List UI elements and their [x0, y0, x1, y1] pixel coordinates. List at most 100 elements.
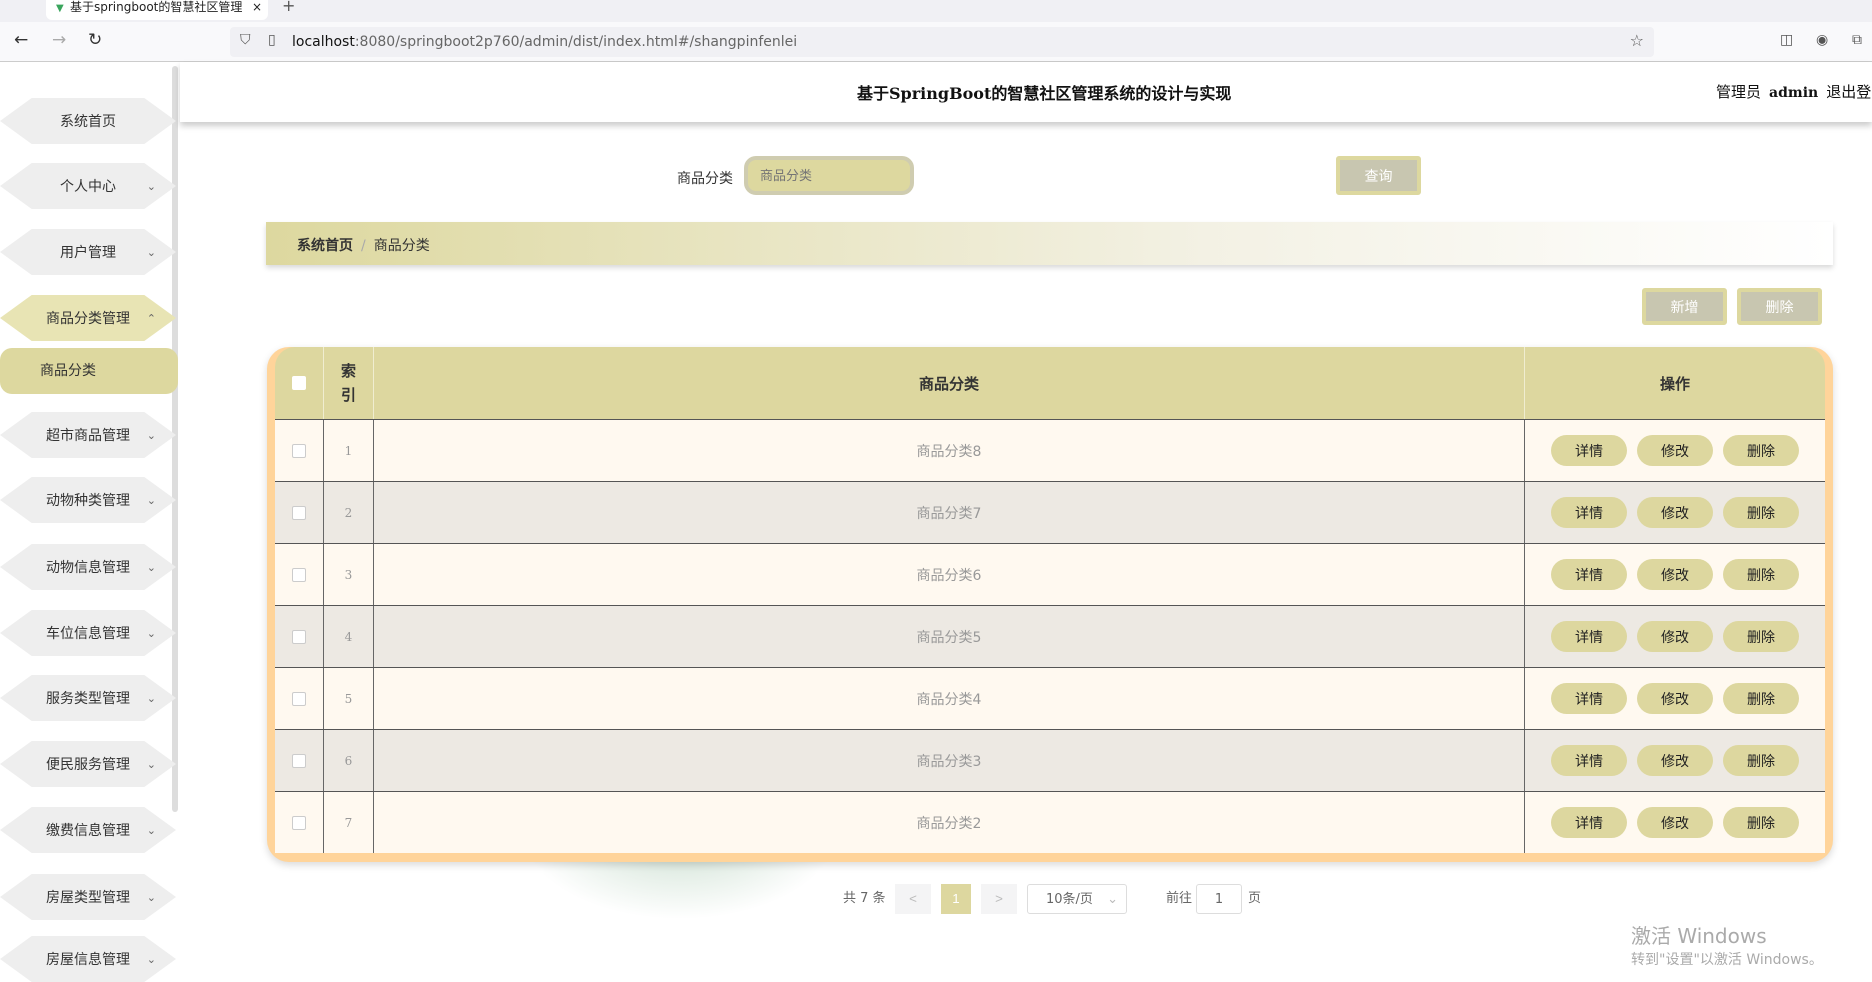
edit-button[interactable]: 修改: [1637, 745, 1713, 776]
row-category-name: 商品分类7: [374, 482, 1525, 543]
row-index: 7: [324, 792, 374, 853]
row-category-name: 商品分类8: [374, 420, 1525, 481]
sidebar-item[interactable]: 便民服务管理 ⌄: [0, 741, 176, 787]
header-category: 商品分类: [374, 347, 1525, 419]
row-category-name: 商品分类5: [374, 606, 1525, 667]
sidebar-item[interactable]: 房屋信息管理 ⌄: [0, 936, 176, 982]
add-button[interactable]: 新增: [1642, 288, 1727, 325]
sidebar-item[interactable]: 商品分类管理 ⌃: [0, 295, 176, 341]
detail-button[interactable]: 详情: [1551, 683, 1627, 714]
page-suffix: 页: [1248, 891, 1262, 906]
page-1-button[interactable]: 1: [941, 884, 971, 914]
edit-button[interactable]: 修改: [1637, 807, 1713, 838]
table-row: 3 商品分类6 详情 修改 删除: [275, 543, 1825, 605]
query-button[interactable]: 查询: [1336, 156, 1421, 195]
address-bar[interactable]: ⛉ ▯ localhost:8080/springboot2p760/admin…: [230, 27, 1654, 57]
row-checkbox[interactable]: [292, 443, 306, 458]
sidebar-item[interactable]: 缴费信息管理 ⌄: [0, 807, 176, 853]
url-path: :8080/springboot2p760/admin/dist/index.h…: [354, 34, 798, 50]
shield-icon[interactable]: ⛉: [240, 32, 251, 48]
row-checkbox[interactable]: [292, 691, 306, 706]
detail-button[interactable]: 详情: [1551, 497, 1627, 528]
row-checkbox[interactable]: [292, 629, 306, 644]
browser-tab-bar: ▼ 基于springboot的智慧社区管理 × +: [0, 0, 1872, 22]
forward-icon[interactable]: →: [52, 30, 66, 50]
chevron-down-icon: ⌄: [146, 626, 156, 640]
delete-button[interactable]: 删除: [1723, 497, 1799, 528]
detail-button[interactable]: 详情: [1551, 807, 1627, 838]
delete-button[interactable]: 删除: [1723, 807, 1799, 838]
new-tab-button[interactable]: +: [282, 0, 295, 15]
delete-button[interactable]: 删除: [1723, 559, 1799, 590]
edit-button[interactable]: 修改: [1637, 497, 1713, 528]
batch-delete-button[interactable]: 删除: [1737, 288, 1822, 325]
row-checkbox[interactable]: [292, 815, 306, 830]
page-size-select[interactable]: 10条/页 ⌄: [1027, 884, 1127, 914]
edit-button[interactable]: 修改: [1637, 559, 1713, 590]
row-category-name: 商品分类6: [374, 544, 1525, 605]
category-table: 索 引 商品分类 操作 1 商品分类8 详情 修改 删除 2 商品分类7 详情 修改删…: [267, 347, 1833, 862]
table-row: 6 商品分类3 详情 修改 删除: [275, 729, 1825, 791]
chevron-down-icon: ⌄: [146, 560, 156, 574]
pocket-icon[interactable]: ◫: [1780, 32, 1793, 48]
table-row: 5 商品分类4 详情 修改 删除: [275, 667, 1825, 729]
back-icon[interactable]: ←: [14, 30, 28, 50]
logout-link[interactable]: 退出登: [1826, 83, 1871, 101]
edit-button[interactable]: 修改: [1637, 435, 1713, 466]
extensions-icon[interactable]: ⧉: [1852, 32, 1862, 48]
prev-page-button[interactable]: <: [895, 884, 931, 914]
row-checkbox[interactable]: [292, 567, 306, 582]
delete-button[interactable]: 删除: [1723, 435, 1799, 466]
next-page-button[interactable]: >: [981, 884, 1017, 914]
detail-button[interactable]: 详情: [1551, 435, 1627, 466]
bookmark-star-icon[interactable]: ☆: [1630, 31, 1644, 50]
watermark-line2: 转到"设置"以激活 Windows。: [1631, 952, 1823, 968]
detail-button[interactable]: 详情: [1551, 745, 1627, 776]
delete-button[interactable]: 删除: [1723, 745, 1799, 776]
row-index: 2: [324, 482, 374, 543]
sidebar-item[interactable]: 超市商品管理 ⌄: [0, 412, 176, 458]
goto-page-input[interactable]: 1: [1196, 884, 1242, 914]
detail-button[interactable]: 详情: [1551, 621, 1627, 652]
detail-button[interactable]: 详情: [1551, 559, 1627, 590]
edit-button[interactable]: 修改: [1637, 621, 1713, 652]
row-checkbox[interactable]: [292, 505, 306, 520]
row-index: 3: [324, 544, 374, 605]
row-checkbox[interactable]: [292, 753, 306, 768]
sidebar-item-label: 系统首页: [60, 114, 116, 130]
header-index: 索 引: [324, 347, 374, 419]
page-size-value: 10条/页: [1046, 892, 1093, 907]
chevron-down-icon: ⌄: [146, 823, 156, 837]
sidebar-item[interactable]: 个人中心 ⌄: [0, 163, 176, 209]
sidebar-item-label: 用户管理: [60, 245, 116, 261]
sidebar-item[interactable]: 用户管理 ⌄: [0, 229, 176, 275]
select-all-checkbox[interactable]: [292, 376, 306, 390]
goto-label: 前往: [1166, 891, 1193, 906]
search-label: 商品分类: [677, 171, 733, 187]
close-tab-icon[interactable]: ×: [252, 0, 262, 14]
sidebar-item-label: 便民服务管理: [46, 757, 130, 773]
table-row: 7 商品分类2 详情 修改 删除: [275, 791, 1825, 853]
vue-favicon-icon: ▼: [56, 3, 64, 14]
reload-icon[interactable]: ↻: [88, 30, 102, 50]
delete-button[interactable]: 删除: [1723, 621, 1799, 652]
account-icon[interactable]: ◉: [1816, 32, 1828, 48]
sidebar-item[interactable]: 服务类型管理 ⌄: [0, 675, 176, 721]
username: admin: [1769, 85, 1819, 101]
browser-toolbar: ← → ↻ ⛉ ▯ localhost:8080/springboot2p760…: [0, 22, 1872, 62]
sidebar-item[interactable]: 系统首页: [0, 98, 176, 144]
sidebar-item[interactable]: 动物种类管理 ⌄: [0, 477, 176, 523]
row-index: 1: [324, 420, 374, 481]
category-search-input[interactable]: [744, 156, 914, 195]
sidebar-item[interactable]: 动物信息管理 ⌄: [0, 544, 176, 590]
browser-tab[interactable]: ▼ 基于springboot的智慧社区管理 ×: [46, 0, 268, 20]
delete-button[interactable]: 删除: [1723, 683, 1799, 714]
sidebar-subitem-category[interactable]: 商品分类: [0, 348, 178, 394]
row-category-name: 商品分类2: [374, 792, 1525, 853]
row-index: 5: [324, 668, 374, 729]
breadcrumb-home[interactable]: 系统首页: [297, 238, 353, 254]
row-index: 4: [324, 606, 374, 667]
edit-button[interactable]: 修改: [1637, 683, 1713, 714]
sidebar-item-label: 动物信息管理: [46, 560, 130, 576]
sidebar-item[interactable]: 车位信息管理 ⌄: [0, 610, 176, 656]
